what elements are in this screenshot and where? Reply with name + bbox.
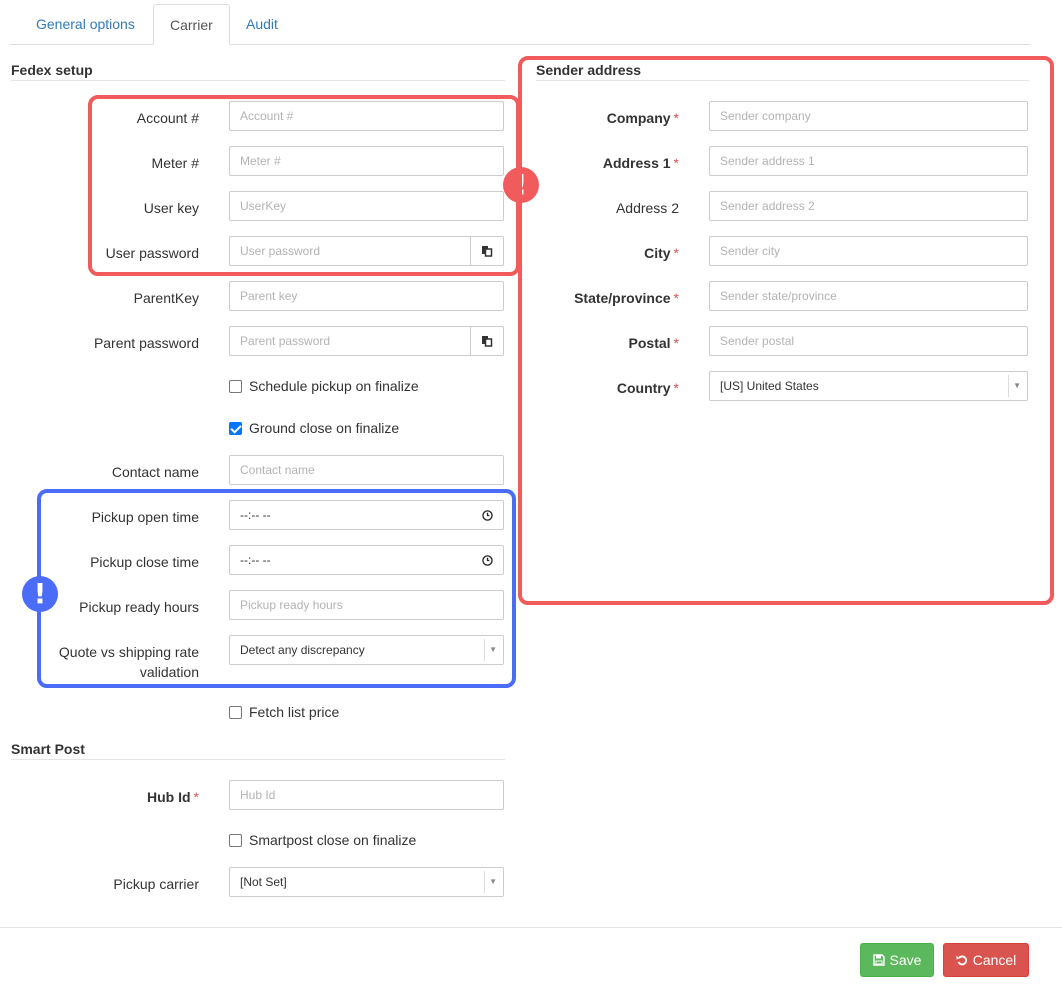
fedex-setup-title: Fedex setup bbox=[11, 62, 93, 78]
undo-icon bbox=[956, 955, 967, 966]
smart-post-rule bbox=[11, 759, 505, 760]
hub-id-input[interactable] bbox=[229, 780, 504, 810]
sender-address-highlight bbox=[518, 56, 1054, 605]
fetch-list-checkbox[interactable] bbox=[229, 705, 242, 719]
smartpost-close-checkbox[interactable] bbox=[229, 833, 242, 847]
save-button[interactable]: Save bbox=[860, 943, 934, 977]
fetch-list-label: Fetch list price bbox=[249, 704, 340, 720]
floppy-disk-icon bbox=[872, 954, 885, 966]
alert-icon: ! bbox=[22, 576, 58, 612]
contact-input[interactable] bbox=[229, 455, 504, 485]
cancel-button[interactable]: Cancel bbox=[943, 943, 1029, 977]
fedex-setup-rule bbox=[11, 80, 505, 81]
parentkey-label: ParentKey bbox=[133, 290, 199, 306]
credentials-highlight bbox=[88, 95, 520, 276]
tab-carrier[interactable]: Carrier bbox=[153, 4, 230, 45]
hub-id-label: Hub Id * bbox=[147, 787, 199, 807]
smartpost-close-checkbox-row[interactable]: Smartpost close on finalize bbox=[229, 832, 416, 848]
pickup-settings-highlight bbox=[37, 489, 516, 688]
ground-close-checkbox[interactable] bbox=[229, 421, 242, 435]
required-mark: * bbox=[193, 789, 199, 805]
fetch-list-checkbox-row[interactable]: Fetch list price bbox=[229, 704, 339, 720]
schedule-pickup-checkbox[interactable] bbox=[229, 379, 242, 393]
parentpass-input[interactable] bbox=[229, 326, 471, 356]
pickup-carrier-value: [Not Set] bbox=[240, 875, 287, 889]
hub-id-label-text: Hub Id bbox=[147, 789, 191, 805]
tab-general-options[interactable]: General options bbox=[20, 4, 151, 45]
smart-post-title: Smart Post bbox=[11, 741, 85, 757]
parentpass-label: Parent password bbox=[93, 335, 199, 351]
ground-close-label: Ground close on finalize bbox=[249, 420, 400, 436]
smartpost-close-label: Smartpost close on finalize bbox=[249, 832, 417, 848]
save-label: Save bbox=[889, 952, 922, 968]
select-separator bbox=[484, 871, 485, 893]
parentpass-copy-button[interactable] bbox=[470, 326, 504, 356]
contact-label: Contact name bbox=[111, 464, 199, 480]
ground-close-checkbox-row[interactable]: Ground close on finalize bbox=[229, 420, 399, 436]
cancel-label: Cancel bbox=[972, 952, 1017, 968]
tab-audit[interactable]: Audit bbox=[230, 4, 294, 45]
caret-down-icon: ▼ bbox=[489, 877, 497, 886]
schedule-pickup-checkbox-row[interactable]: Schedule pickup on finalize bbox=[229, 378, 419, 394]
pickup-carrier-label: Pickup carrier bbox=[113, 876, 199, 892]
schedule-pickup-label: Schedule pickup on finalize bbox=[249, 378, 419, 394]
pickup-carrier-select[interactable]: [Not Set] ▼ bbox=[229, 867, 504, 897]
parentkey-input[interactable] bbox=[229, 281, 504, 311]
copy-icon bbox=[482, 336, 493, 347]
footer-divider bbox=[0, 927, 1062, 928]
